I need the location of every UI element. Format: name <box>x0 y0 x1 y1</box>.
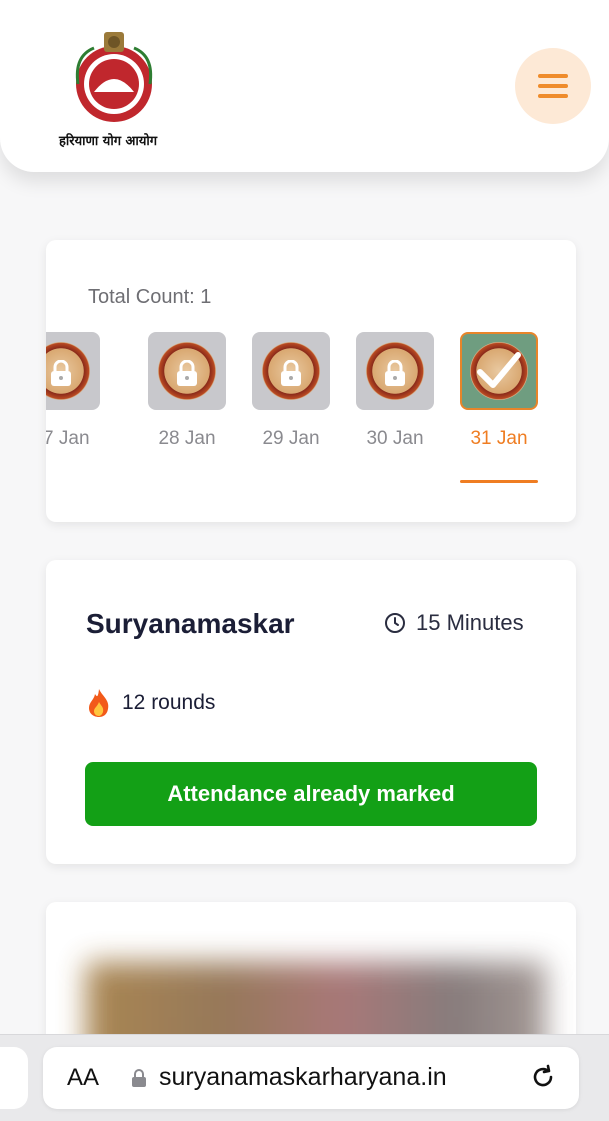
total-count: Total Count: 1 <box>88 286 212 308</box>
activity-duration: 15 Minutes <box>384 610 524 636</box>
hamburger-icon <box>538 74 568 78</box>
lock-icon <box>51 360 71 386</box>
reload-icon[interactable] <box>529 1063 557 1091</box>
attendance-button[interactable]: Attendance already marked <box>85 762 537 826</box>
menu-button[interactable] <box>515 48 591 124</box>
day-label: 27 Jan <box>46 428 90 449</box>
activity-rounds: 12 rounds <box>86 688 215 718</box>
url-text: suryanamaskarharyana.in <box>159 1063 447 1091</box>
day-thumbnail <box>46 332 100 410</box>
day-item-28-jan[interactable]: 28 Jan <box>148 332 226 450</box>
previous-tab-pill[interactable] <box>0 1047 28 1109</box>
checkmark-icon <box>477 352 521 388</box>
address-bar[interactable]: AA suryanamaskarharyana.in <box>43 1047 579 1109</box>
haryana-emblem-logo <box>75 32 153 122</box>
day-label: 29 Jan <box>262 428 320 449</box>
day-item-27-jan[interactable]: 27 Jan <box>46 332 100 450</box>
day-label: 30 Jan <box>366 428 424 449</box>
duration-text: 15 Minutes <box>416 610 524 635</box>
app-header: हरियाणा योग आयोग <box>0 0 609 172</box>
lock-icon <box>132 1069 146 1087</box>
calendar-card: Total Count: 1 27 Jan <box>46 240 576 522</box>
clock-icon <box>385 613 405 633</box>
activity-card: Suryanamaskar 15 Minutes 12 rounds Atten… <box>46 560 576 864</box>
browser-toolbar: AA suryanamaskarharyana.in <box>0 1034 609 1121</box>
day-item-29-jan[interactable]: 29 Jan <box>252 332 330 450</box>
org-name: हरियाणा योग आयोग <box>59 134 158 149</box>
day-thumbnail <box>460 332 538 410</box>
activity-title: Suryanamaskar <box>86 608 295 639</box>
day-item-30-jan[interactable]: 30 Jan <box>356 332 434 450</box>
text-size-button[interactable]: AA <box>67 1064 99 1092</box>
lock-icon <box>177 360 197 386</box>
day-item-31-jan[interactable]: 31 Jan <box>460 332 538 450</box>
lock-icon <box>385 360 405 386</box>
day-label: 31 Jan <box>470 428 528 449</box>
day-strip[interactable]: 27 Jan 28 Jan 29 Jan <box>46 332 576 482</box>
rounds-text: 12 rounds <box>122 691 216 714</box>
day-thumbnail <box>148 332 226 410</box>
day-thumbnail <box>252 332 330 410</box>
day-thumbnail <box>356 332 434 410</box>
active-day-indicator <box>460 480 538 483</box>
day-label: 28 Jan <box>158 428 216 449</box>
lock-icon <box>281 360 301 386</box>
fire-icon <box>89 689 109 717</box>
